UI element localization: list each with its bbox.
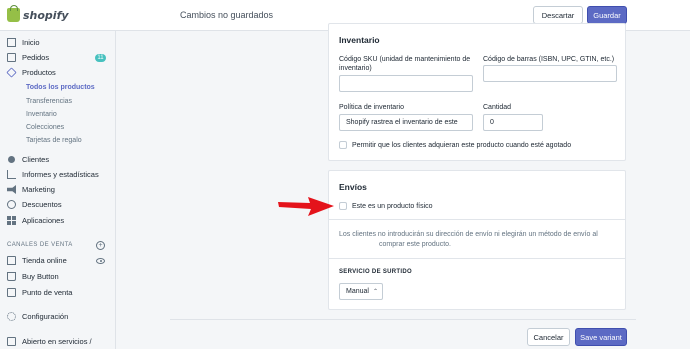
shipping-help-line-1: Los clientes no introducirán su direcció… <box>339 231 598 238</box>
sidebar-item-label: Inicio <box>22 38 40 47</box>
shopify-logo[interactable]: shopify <box>7 5 69 22</box>
sidebar-subitem-tarjetas-de-regalo[interactable]: Tarjetas de regalo <box>26 137 82 144</box>
fulfillment-service-value: Manual <box>346 288 369 295</box>
reports-icon <box>7 170 16 179</box>
add-channel-plus-icon[interactable]: + <box>96 241 105 250</box>
discard-button[interactable]: Descartar <box>533 6 583 24</box>
sidebar-item-label: Productos <box>22 68 56 77</box>
sidebar-item-aplicaciones[interactable]: Aplicaciones <box>7 216 64 225</box>
sidebar-item-label: Marketing <box>22 185 55 194</box>
open-services-icon <box>7 337 16 346</box>
sku-input[interactable] <box>339 75 473 92</box>
physical-product-checkbox[interactable] <box>339 202 347 210</box>
sidebar-item-clientes[interactable]: Clientes <box>7 155 49 164</box>
sidebar-item-inicio[interactable]: Inicio <box>7 38 40 47</box>
pos-icon <box>7 288 16 297</box>
products-icon <box>6 67 17 78</box>
sidebar-item-descuentos[interactable]: Descuentos <box>7 200 62 209</box>
unsaved-changes-label: Cambios no guardados <box>180 10 274 20</box>
fulfillment-service-select[interactable]: Manual ⌃ <box>339 283 383 300</box>
footer-divider <box>170 319 636 320</box>
settings-gear-icon <box>7 312 16 321</box>
quantity-input[interactable]: 0 <box>483 114 543 131</box>
shopify-bag-icon <box>7 5 20 22</box>
sidebar-item-label: Abierto en servicios / <box>22 337 92 346</box>
sidebar-subitem-colecciones[interactable]: Colecciones <box>26 124 64 131</box>
inventory-title: Inventario <box>339 35 380 45</box>
apps-icon <box>7 216 16 225</box>
sidebar-item-buy-button[interactable]: Buy Button <box>7 272 59 281</box>
sidebar-subitem-todos-los-productos[interactable]: Todos los productos <box>26 84 95 91</box>
customers-icon <box>8 156 15 163</box>
sales-channels-heading: CANALES DE VENTA <box>7 242 73 248</box>
inventory-card: Inventario Código SKU (unidad de manteni… <box>328 23 626 161</box>
view-store-eye-icon[interactable] <box>96 258 105 264</box>
sidebar-item-abierto[interactable]: Abierto en servicios / <box>7 337 92 346</box>
red-arrow-annotation-icon <box>278 197 334 216</box>
policy-label: Política de inventario <box>339 104 404 111</box>
sidebar-item-label: Pedidos <box>22 53 50 62</box>
inventory-policy-select[interactable]: Shopify rastrea el inventario de este <box>339 114 473 131</box>
sidebar-item-tienda-online[interactable]: Tienda online <box>7 256 67 265</box>
save-button[interactable]: Guardar <box>587 6 627 24</box>
oversell-checkbox[interactable] <box>339 141 347 149</box>
sidebar-item-label: Descuentos <box>22 200 62 209</box>
shipping-title: Envíos <box>339 182 367 192</box>
shipping-help-line-2: comprar este producto. <box>379 241 451 248</box>
sidebar-item-marketing[interactable]: Marketing <box>7 185 55 194</box>
divider <box>329 219 625 220</box>
store-icon <box>7 256 16 265</box>
shipping-help-text: Los clientes no introducirán su direcció… <box>339 230 629 250</box>
physical-product-label: Este es un producto físico <box>352 203 433 210</box>
fulfillment-service-heading: SERVICIO DE SURTIDO <box>339 269 412 275</box>
inventory-policy-value: Shopify rastrea el inventario de este <box>346 119 458 126</box>
select-caret-icon: ⌃ <box>372 289 378 295</box>
sidebar-item-label: Clientes <box>22 155 50 164</box>
sidebar-item-label: Configuración <box>22 312 69 321</box>
sidebar-item-informes[interactable]: Informes y estadísticas <box>7 170 99 179</box>
sidebar-item-pedidos[interactable]: Pedidos <box>7 53 49 62</box>
sidebar-subitem-transferencias[interactable]: Transferencias <box>26 98 72 105</box>
cancel-button[interactable]: Cancelar <box>527 328 570 346</box>
shipping-card: Envíos Este es un producto físico Los cl… <box>328 170 626 310</box>
sidebar-item-label: Tienda online <box>22 256 67 265</box>
oversell-label: Permitir que los clientes adquieran este… <box>352 142 572 149</box>
sku-label: Código SKU (unidad de mantenimiento de i… <box>339 56 471 72</box>
orders-icon <box>7 53 16 62</box>
quantity-label: Cantidad <box>483 104 512 111</box>
marketing-icon <box>7 185 16 194</box>
orders-count-badge: 11 <box>95 54 106 62</box>
home-icon <box>7 38 16 47</box>
sidebar-item-configuracion[interactable]: Configuración <box>7 312 68 321</box>
barcode-input[interactable] <box>483 65 617 82</box>
discounts-icon <box>7 200 16 209</box>
sidebar-item-productos[interactable]: Productos <box>6 67 56 78</box>
barcode-label: Código de barras (ISBN, UPC, GTIN, etc.) <box>483 56 615 63</box>
sidebar-item-label: Informes y estadísticas <box>22 170 99 179</box>
buy-button-icon <box>7 272 16 281</box>
sidebar-item-label: Punto de venta <box>22 288 73 297</box>
sidebar-item-label: Aplicaciones <box>22 216 65 225</box>
save-variant-button[interactable]: Save variant <box>575 328 627 346</box>
divider <box>329 258 625 259</box>
sidebar-item-label: Buy Button <box>22 272 59 281</box>
sidebar-subitem-inventario[interactable]: Inventario <box>26 111 57 118</box>
sidebar-item-punto-de-venta[interactable]: Punto de venta <box>7 288 72 297</box>
logo-text: shopify <box>23 8 69 22</box>
